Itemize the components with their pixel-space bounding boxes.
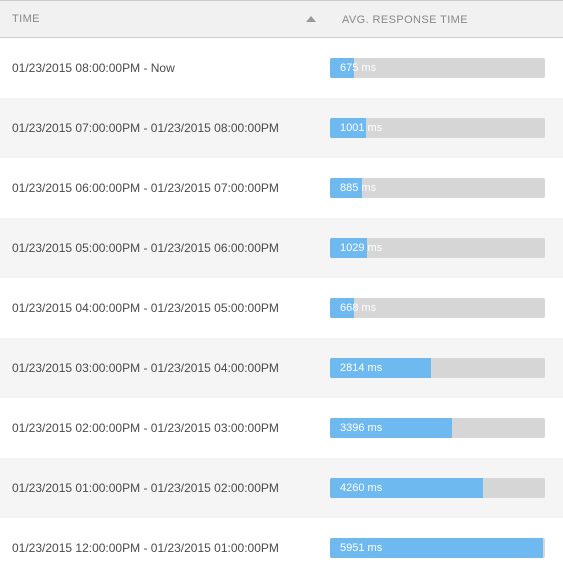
table-body: 01/23/2015 08:00:00PM - Now675 ms01/23/2…	[0, 38, 563, 578]
bar-cell: 2814 ms	[330, 358, 563, 378]
bar-value-label: 1001 ms	[340, 122, 382, 134]
table-row: 01/23/2015 06:00:00PM - 01/23/2015 07:00…	[0, 158, 563, 218]
bar-track: 668 ms	[330, 298, 545, 318]
bar-value-label: 3396 ms	[340, 422, 382, 434]
header-cell-time[interactable]: TIME	[0, 13, 330, 25]
time-cell: 01/23/2015 03:00:00PM - 01/23/2015 04:00…	[0, 361, 330, 375]
response-time-table: TIME AVG. RESPONSE TIME 01/23/2015 08:00…	[0, 0, 563, 578]
bar-value-label: 885 ms	[340, 182, 376, 194]
bar-cell: 1029 ms	[330, 238, 563, 258]
bar-value-label: 4260 ms	[340, 482, 382, 494]
table-row: 01/23/2015 04:00:00PM - 01/23/2015 05:00…	[0, 278, 563, 338]
bar-track: 5951 ms	[330, 538, 545, 558]
table-row: 01/23/2015 01:00:00PM - 01/23/2015 02:00…	[0, 458, 563, 518]
header-cell-avg[interactable]: AVG. RESPONSE TIME	[330, 12, 563, 26]
time-cell: 01/23/2015 06:00:00PM - 01/23/2015 07:00…	[0, 181, 330, 195]
bar-cell: 3396 ms	[330, 418, 563, 438]
bar-track: 2814 ms	[330, 358, 545, 378]
table-row: 01/23/2015 12:00:00PM - 01/23/2015 01:00…	[0, 518, 563, 578]
bar-cell: 5951 ms	[330, 538, 563, 558]
bar-track: 4260 ms	[330, 478, 545, 498]
bar-track: 3396 ms	[330, 418, 545, 438]
time-cell: 01/23/2015 01:00:00PM - 01/23/2015 02:00…	[0, 481, 330, 495]
sort-asc-icon	[306, 16, 316, 22]
header-label-avg: AVG. RESPONSE TIME	[342, 14, 468, 26]
time-cell: 01/23/2015 07:00:00PM - 01/23/2015 08:00…	[0, 121, 330, 135]
table-row: 01/23/2015 02:00:00PM - 01/23/2015 03:00…	[0, 398, 563, 458]
bar-track: 885 ms	[330, 178, 545, 198]
bar-value-label: 2814 ms	[340, 362, 382, 374]
bar-value-label: 668 ms	[340, 302, 376, 314]
table-row: 01/23/2015 08:00:00PM - Now 675 ms	[0, 38, 563, 98]
table-row: 01/23/2015 07:00:00PM - 01/23/2015 08:00…	[0, 98, 563, 158]
table-row: 01/23/2015 03:00:00PM - 01/23/2015 04:00…	[0, 338, 563, 398]
table-header-row: TIME AVG. RESPONSE TIME	[0, 0, 563, 38]
header-label-time: TIME	[12, 13, 40, 25]
bar-value-label: 5951 ms	[340, 542, 382, 554]
bar-track: 1001 ms	[330, 118, 545, 138]
time-cell: 01/23/2015 12:00:00PM - 01/23/2015 01:00…	[0, 541, 330, 555]
bar-cell: 1001 ms	[330, 118, 563, 138]
bar-cell: 668 ms	[330, 298, 563, 318]
bar-cell: 885 ms	[330, 178, 563, 198]
time-cell: 01/23/2015 04:00:00PM - 01/23/2015 05:00…	[0, 301, 330, 315]
table-row: 01/23/2015 05:00:00PM - 01/23/2015 06:00…	[0, 218, 563, 278]
time-cell: 01/23/2015 08:00:00PM - Now	[0, 61, 330, 75]
bar-track: 1029 ms	[330, 238, 545, 258]
bar-track: 675 ms	[330, 58, 545, 78]
bar-value-label: 1029 ms	[340, 242, 382, 254]
bar-cell: 4260 ms	[330, 478, 563, 498]
bar-value-label: 675 ms	[340, 62, 376, 74]
time-cell: 01/23/2015 02:00:00PM - 01/23/2015 03:00…	[0, 421, 330, 435]
bar-cell: 675 ms	[330, 58, 563, 78]
time-cell: 01/23/2015 05:00:00PM - 01/23/2015 06:00…	[0, 241, 330, 255]
